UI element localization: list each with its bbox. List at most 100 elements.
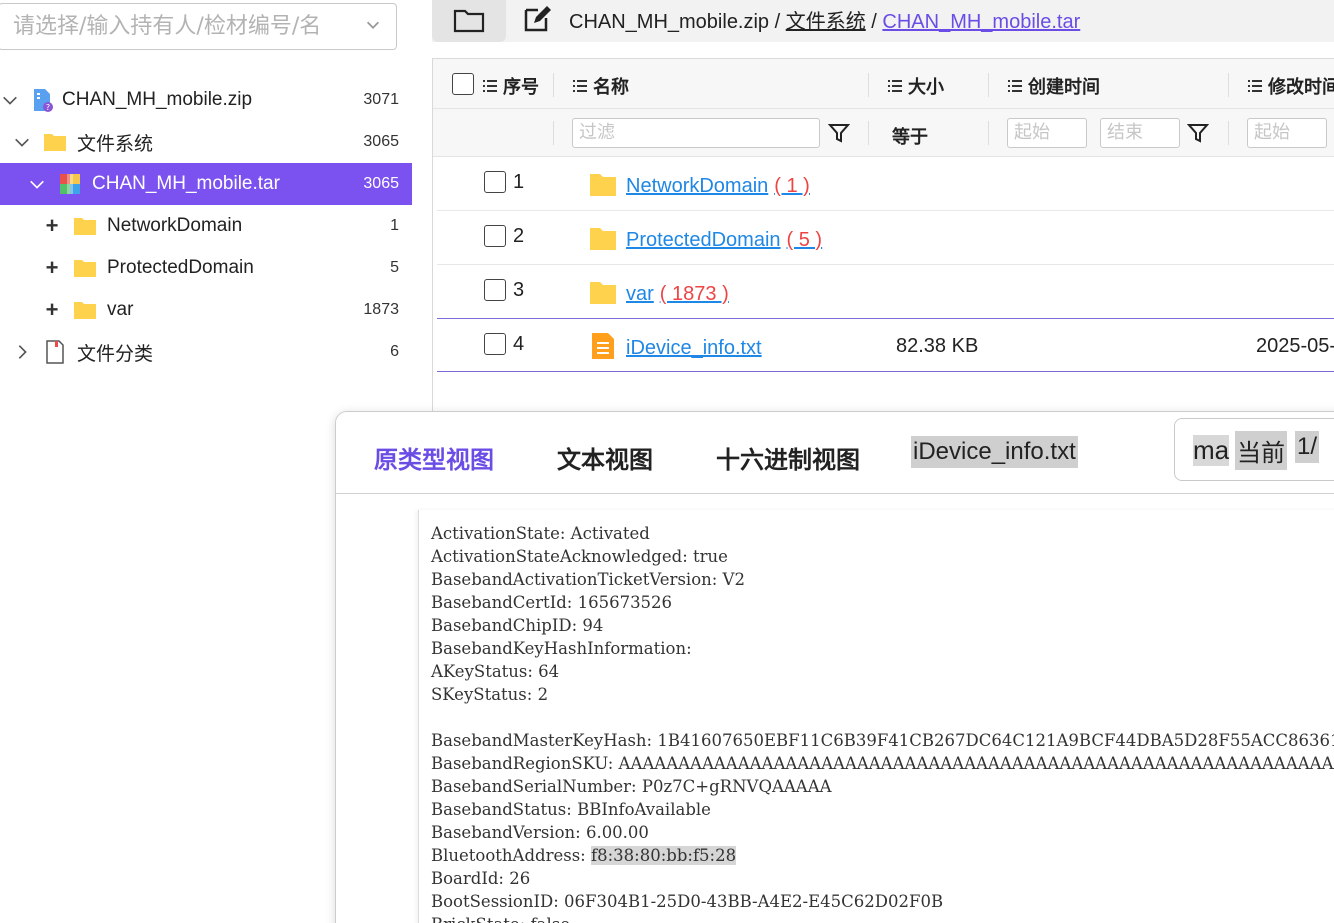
text-line: BasebandRegionSKU: AAAAAAAAAAAAAAAAAAAAA…	[431, 754, 1334, 773]
chevron-down-icon[interactable]	[364, 16, 382, 34]
column-name[interactable]: 名称	[573, 73, 629, 99]
breadcrumb-root[interactable]: CHAN_MH_mobile.zip	[569, 11, 769, 33]
text-line: ActivationStateAcknowledged: true	[431, 547, 728, 566]
tree-item-label: 文件系统	[77, 132, 154, 155]
tree-item-tar[interactable]: CHAN_MH_mobile.tar 3065	[0, 163, 412, 205]
row-name-link[interactable]: NetworkDomain ( 1 )	[626, 175, 810, 198]
row-name[interactable]: var	[626, 283, 654, 305]
text-line: BasebandKeyHashInformation:	[431, 639, 692, 658]
row-name[interactable]: NetworkDomain	[626, 175, 768, 197]
breadcrumb-mid[interactable]: 文件系统	[786, 9, 866, 33]
tree-item-count: 3065	[363, 133, 399, 150]
text-line: BootSessionID: 06F304B1-25D0-43BB-A4E2-E…	[431, 892, 944, 911]
expand-plus-icon[interactable]: +	[42, 215, 62, 237]
row-name-link[interactable]: ProtectedDomain( 5 )	[626, 229, 822, 252]
breadcrumb-sep: /	[865, 11, 883, 33]
column-index-label: 序号	[503, 77, 539, 98]
text-line: AKeyStatus: 64	[431, 662, 560, 681]
folder-icon	[590, 228, 616, 250]
expand-plus-icon[interactable]: +	[42, 257, 62, 279]
column-created[interactable]: 创建时间	[1008, 73, 1100, 99]
tree-item-protecteddomain[interactable]: + ProtectedDomain 5	[0, 247, 412, 289]
tree-item-label: ProtectedDomain	[107, 257, 254, 278]
row-checkbox[interactable]	[484, 279, 506, 301]
tree-item-label: CHAN_MH_mobile.tar	[92, 173, 280, 194]
file-tree: ? CHAN_MH_mobile.zip 3071 文件系统 3065 CHAN…	[0, 79, 412, 373]
viewer-search-box[interactable]: ma 当前 1/	[1174, 418, 1334, 481]
svg-text:?: ?	[46, 103, 50, 112]
holder-search-input[interactable]	[13, 14, 343, 39]
column-size[interactable]: 大小	[888, 73, 944, 99]
column-size-label: 大小	[908, 77, 944, 98]
column-index[interactable]: 序号	[483, 73, 539, 99]
column-created-label: 创建时间	[1028, 77, 1100, 98]
column-name-label: 名称	[593, 77, 629, 98]
tree-item-count: 6	[390, 343, 399, 360]
folder-icon	[74, 218, 96, 235]
created-end-input[interactable]: 结束	[1100, 118, 1180, 148]
tab-native-view[interactable]: 原类型视图	[374, 440, 494, 475]
breadcrumb-current[interactable]: CHAN_MH_mobile.tar	[882, 11, 1080, 33]
row-checkbox[interactable]	[484, 333, 506, 355]
filter-icon[interactable]	[1187, 122, 1209, 144]
table-row[interactable]: 3 var( 1873 )	[437, 265, 1334, 319]
tree-item-var[interactable]: + var 1873	[0, 289, 412, 331]
column-modified-label: 修改时间	[1268, 77, 1334, 98]
viewer-filename: iDevice_info.txt	[911, 436, 1078, 468]
edit-icon[interactable]	[522, 4, 552, 34]
tab-text-view[interactable]: 文本视图	[557, 440, 653, 475]
tree-item-file-category[interactable]: 文件分类 6	[0, 331, 412, 373]
list-icon	[1248, 80, 1262, 92]
chevron-down-icon[interactable]	[0, 90, 20, 110]
chevron-down-icon[interactable]	[12, 132, 32, 152]
open-folder-button[interactable]	[432, 0, 506, 42]
row-name-link[interactable]: var( 1873 )	[626, 283, 729, 306]
tab-hex-view[interactable]: 十六进制视图	[716, 440, 860, 475]
document-icon	[46, 340, 64, 364]
tree-item-label: var	[107, 299, 134, 320]
row-checkbox[interactable]	[484, 171, 506, 193]
chevron-right-icon[interactable]	[12, 342, 32, 362]
archive-icon	[60, 174, 80, 194]
modified-start-input[interactable]: 起始	[1247, 118, 1327, 148]
column-modified[interactable]: 修改时间	[1248, 73, 1334, 99]
list-icon	[1008, 80, 1022, 92]
folder-icon	[590, 282, 616, 304]
table-row[interactable]: 4 iDevice_info.txt 82.38 KB 2025-05-	[437, 318, 1334, 372]
path-bar: CHAN_MH_mobile.zip / 文件系统 / CHAN_MH_mobi…	[432, 0, 1334, 42]
file-viewer-panel: 原类型视图 文本视图 十六进制视图 iDevice_info.txt ma 当前…	[335, 411, 1334, 923]
folder-icon	[74, 260, 96, 277]
table-row[interactable]: 1 NetworkDomain ( 1 )	[437, 157, 1334, 211]
expand-plus-icon[interactable]: +	[42, 299, 62, 321]
select-all-checkbox[interactable]	[452, 73, 474, 95]
row-name[interactable]: ProtectedDomain	[626, 229, 781, 251]
chevron-down-icon[interactable]	[27, 174, 47, 194]
row-name-link[interactable]: iDevice_info.txt	[626, 337, 762, 360]
text-file-icon	[592, 333, 614, 359]
tree-item-filesystem[interactable]: 文件系统 3065	[0, 121, 412, 163]
viewer-tabs: 原类型视图 文本视图 十六进制视图 iDevice_info.txt ma 当前…	[336, 412, 1334, 494]
folder-icon	[44, 134, 66, 151]
size-operator[interactable]: 等于	[892, 123, 928, 149]
tree-item-zip[interactable]: ? CHAN_MH_mobile.zip 3071	[0, 79, 412, 121]
text-line: BasebandCertId: 165673526	[431, 593, 673, 612]
row-count: ( 5 )	[786, 229, 823, 251]
tree-item-label: NetworkDomain	[107, 215, 243, 236]
created-start-input[interactable]: 起始	[1007, 118, 1087, 148]
breadcrumb: CHAN_MH_mobile.zip / 文件系统 / CHAN_MH_mobi…	[569, 5, 1080, 34]
holder-search-select[interactable]	[0, 3, 397, 50]
file-table: 序号 名称 大小 创建时间 修改时间 过滤 等于 起始 结束 起始 1 Netw…	[432, 58, 1334, 418]
row-checkbox[interactable]	[484, 225, 506, 247]
table-row[interactable]: 2 ProtectedDomain( 5 )	[437, 211, 1334, 265]
tree-item-networkdomain[interactable]: + NetworkDomain 1	[0, 205, 412, 247]
viewer-search-query[interactable]: ma	[1193, 435, 1230, 466]
name-filter-input[interactable]: 过滤	[572, 118, 820, 148]
viewer-content: ActivationState: Activated ActivationSta…	[418, 510, 1334, 923]
tree-item-count: 3065	[363, 175, 399, 192]
filter-icon[interactable]	[828, 122, 850, 144]
row-name[interactable]: iDevice_info.txt	[626, 337, 762, 359]
text-line: BoardId: 26	[431, 869, 531, 888]
viewer-page-number: 1/	[1295, 431, 1320, 463]
text-line: BasebandActivationTicketVersion: V2	[431, 570, 745, 589]
table-header: 序号 名称 大小 创建时间 修改时间	[433, 59, 1334, 109]
